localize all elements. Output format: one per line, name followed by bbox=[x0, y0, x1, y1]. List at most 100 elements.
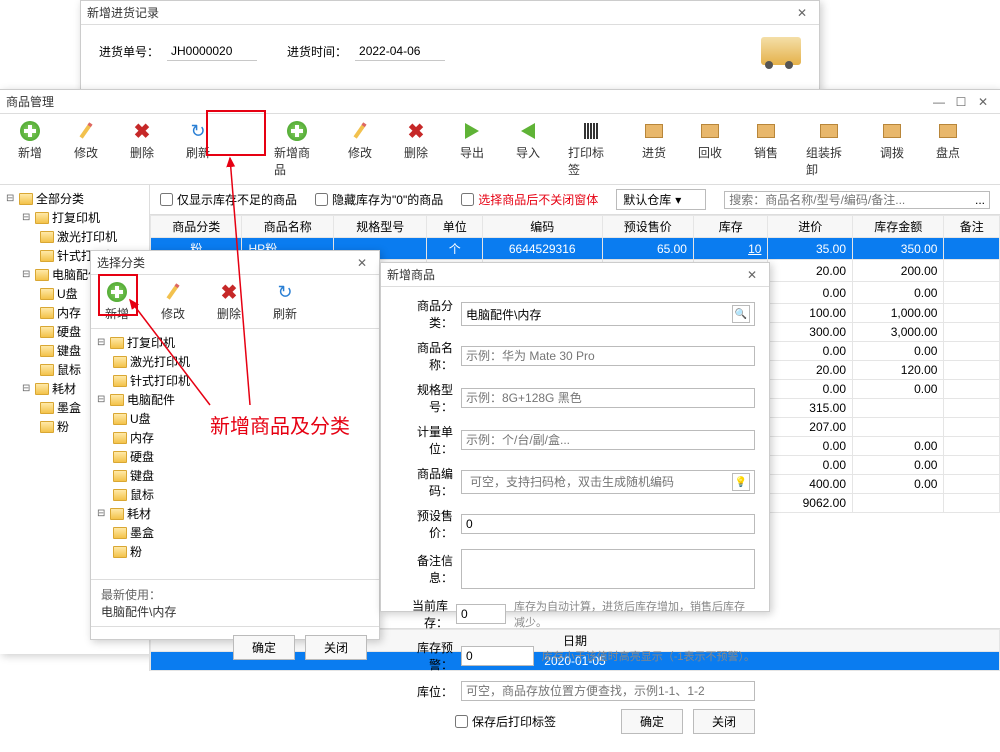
folder-icon bbox=[110, 508, 124, 520]
stock-link[interactable]: 10 bbox=[748, 242, 761, 256]
sale-button[interactable]: 销售 bbox=[746, 118, 786, 163]
check-button[interactable]: 盘点 bbox=[928, 118, 968, 163]
transfer-button[interactable]: 调拨 bbox=[872, 118, 912, 163]
category-tree-dialog: ⊟打复印机 激光打印机 针式打印机 ⊟电脑配件 U盘 内存 硬盘 键盘 鼠标 ⊟… bbox=[91, 329, 379, 579]
tree-supply[interactable]: ⊟耗材 bbox=[91, 504, 379, 523]
delete-product-button[interactable]: ✖删除 bbox=[396, 118, 436, 163]
col-cat[interactable]: 商品分类 bbox=[151, 216, 242, 238]
folder-icon bbox=[113, 413, 127, 425]
only-low-checkbox[interactable]: 仅显示库存不足的商品 bbox=[160, 191, 297, 208]
filter-bar: 仅显示库存不足的商品 隐藏库存为"0"的商品 选择商品后不关闭窗体 默认仓库▾ … bbox=[150, 185, 1000, 215]
close-icon[interactable]: ✕ bbox=[351, 254, 373, 272]
date-label: 进货时间： bbox=[287, 43, 347, 60]
name-field[interactable] bbox=[461, 346, 755, 366]
tree-root[interactable]: ⊟全部分类 bbox=[0, 189, 149, 208]
ok-button[interactable]: 确定 bbox=[621, 709, 683, 734]
x-icon: ✖ bbox=[218, 281, 240, 303]
assemble-button[interactable]: 组装拆卸 bbox=[802, 118, 856, 180]
model-field[interactable] bbox=[461, 388, 755, 408]
hide-zero-checkbox[interactable]: 隐藏库存为"0"的商品 bbox=[315, 191, 443, 208]
pencil-icon bbox=[351, 122, 369, 140]
cat-add-button[interactable]: 新增 bbox=[97, 279, 137, 324]
cat-edit-button[interactable]: 修改 bbox=[153, 279, 193, 324]
col-inprice[interactable]: 进价 bbox=[768, 216, 853, 238]
tree-ink[interactable]: 墨盒 bbox=[91, 523, 379, 542]
recent-value[interactable]: 电脑配件\内存 bbox=[101, 603, 369, 620]
col-price[interactable]: 预设售价 bbox=[602, 216, 693, 238]
loc-field[interactable] bbox=[461, 681, 755, 701]
tree-printer[interactable]: ⊟打复印机 bbox=[0, 208, 149, 227]
tree-laser[interactable]: 激光打印机 bbox=[91, 352, 379, 371]
print-after-checkbox[interactable]: 保存后打印标签 bbox=[455, 713, 556, 730]
col-name[interactable]: 商品名称 bbox=[242, 216, 333, 238]
close-button[interactable]: 关闭 bbox=[305, 635, 367, 660]
code-label: 商品编码： bbox=[395, 465, 453, 499]
refresh-icon: ↻ bbox=[274, 281, 296, 303]
date-value: 2022-04-06 bbox=[355, 42, 445, 61]
folder-icon bbox=[40, 402, 54, 414]
close-icon[interactable]: ✕ bbox=[741, 266, 763, 284]
window-title: 新增进货记录 bbox=[87, 1, 791, 25]
tree-printer[interactable]: ⊟打复印机 bbox=[91, 333, 379, 352]
code-field[interactable]: 💡 bbox=[461, 470, 755, 494]
edit-button[interactable]: 修改 bbox=[66, 118, 106, 163]
col-remark[interactable]: 备注 bbox=[944, 216, 1000, 238]
tree-kb[interactable]: 键盘 bbox=[91, 466, 379, 485]
warehouse-select[interactable]: 默认仓库▾ bbox=[616, 189, 706, 210]
price-field[interactable] bbox=[461, 514, 755, 534]
chevron-down-icon: ▾ bbox=[675, 193, 681, 207]
col-model[interactable]: 规格型号 bbox=[333, 216, 427, 238]
bulb-icon[interactable]: 💡 bbox=[732, 473, 750, 491]
close-icon[interactable]: ✕ bbox=[791, 4, 813, 22]
tree-mem[interactable]: 内存 bbox=[91, 428, 379, 447]
category-field[interactable]: 电脑配件\内存🔍 bbox=[461, 302, 755, 326]
folder-icon bbox=[40, 421, 54, 433]
box-icon bbox=[645, 124, 663, 138]
recycle-button[interactable]: 回收 bbox=[690, 118, 730, 163]
print-label-button[interactable]: 打印标签 bbox=[564, 118, 618, 180]
minimize-icon[interactable]: — bbox=[928, 93, 950, 111]
main-toolbar: 新增 修改 ✖删除 ↻刷新 新增商品 修改 ✖删除 导出 导入 打印标签 进货 … bbox=[0, 114, 1000, 185]
tree-powder[interactable]: 粉 bbox=[91, 542, 379, 561]
col-code[interactable]: 编码 bbox=[482, 216, 602, 238]
folder-icon bbox=[113, 356, 127, 368]
purchase-button[interactable]: 进货 bbox=[634, 118, 674, 163]
search-icon: ... bbox=[975, 193, 985, 207]
col-stock[interactable]: 库存 bbox=[693, 216, 768, 238]
tree-mouse[interactable]: 鼠标 bbox=[91, 485, 379, 504]
tree-laser[interactable]: 激光打印机 bbox=[0, 227, 149, 246]
close-button[interactable]: 关闭 bbox=[693, 709, 755, 734]
warn-field[interactable] bbox=[461, 646, 534, 666]
box-icon bbox=[820, 124, 838, 138]
maximize-icon[interactable]: ☐ bbox=[950, 93, 972, 111]
cat-delete-button[interactable]: ✖删除 bbox=[209, 279, 249, 324]
edit-product-button[interactable]: 修改 bbox=[340, 118, 380, 163]
name-label: 商品名称： bbox=[395, 339, 453, 373]
stock-hint: 库存为自动计算，进货后库存增加，销售后库存减少。 bbox=[514, 598, 755, 630]
search-input[interactable]: ... bbox=[724, 191, 990, 209]
unit-field[interactable] bbox=[461, 430, 755, 450]
tree-hdd[interactable]: 硬盘 bbox=[91, 447, 379, 466]
import-button[interactable]: 导入 bbox=[508, 118, 548, 163]
add-product-button[interactable]: 新增商品 bbox=[270, 118, 324, 180]
no-close-checkbox[interactable]: 选择商品后不关闭窗体 bbox=[461, 191, 598, 208]
warn-label: 库存预警： bbox=[395, 639, 453, 673]
tree-needle[interactable]: 针式打印机 bbox=[91, 371, 379, 390]
col-amount[interactable]: 库存金额 bbox=[853, 216, 944, 238]
plus-icon bbox=[20, 121, 40, 141]
refresh-button[interactable]: ↻刷新 bbox=[178, 118, 218, 163]
search-icon[interactable]: 🔍 bbox=[732, 305, 750, 323]
col-unit[interactable]: 单位 bbox=[427, 216, 482, 238]
tree-usb[interactable]: U盘 bbox=[91, 409, 379, 428]
folder-icon bbox=[113, 470, 127, 482]
delete-button[interactable]: ✖删除 bbox=[122, 118, 162, 163]
tree-pc[interactable]: ⊟电脑配件 bbox=[91, 390, 379, 409]
close-icon[interactable]: ✕ bbox=[972, 93, 994, 111]
price-label: 预设售价： bbox=[395, 507, 453, 541]
cat-refresh-button[interactable]: ↻刷新 bbox=[265, 279, 305, 324]
add-button[interactable]: 新增 bbox=[10, 118, 50, 163]
export-button[interactable]: 导出 bbox=[452, 118, 492, 163]
ok-button[interactable]: 确定 bbox=[233, 635, 295, 660]
stock-field[interactable] bbox=[456, 604, 506, 624]
remark-field[interactable] bbox=[461, 549, 755, 589]
